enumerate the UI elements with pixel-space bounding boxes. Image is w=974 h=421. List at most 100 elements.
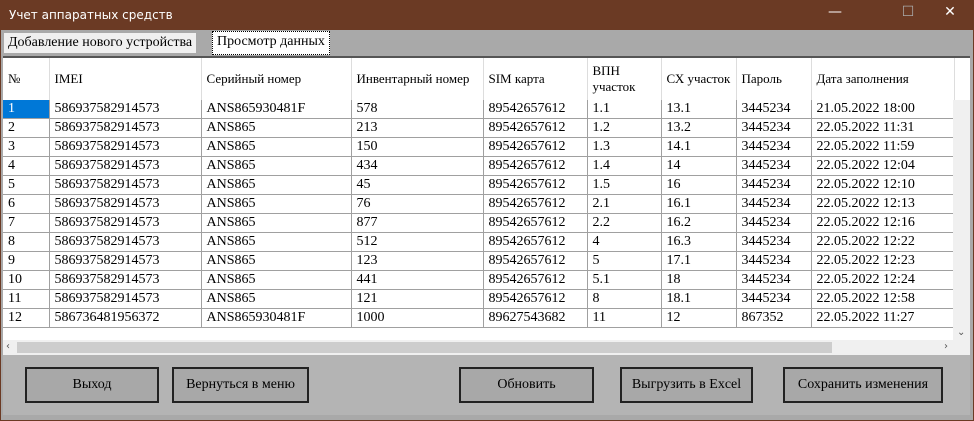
table-cell[interactable]: 22.05.2022 12:58 [811,289,955,309]
table-cell[interactable]: 3445234 [736,175,812,195]
table-cell[interactable]: 512 [351,232,484,252]
table-cell[interactable]: 12 [661,308,737,328]
table-cell[interactable]: 22.05.2022 11:27 [811,308,955,328]
table-cell[interactable]: 14.1 [661,137,737,157]
table-cell[interactable]: 3445234 [736,213,812,233]
table-cell[interactable]: 441 [351,270,484,290]
table-row[interactable]: 8 586937582914573 ANS865 512 89542657612 4 16.… [3,232,955,252]
table-cell[interactable]: 586937582914573 [49,194,202,214]
table-cell[interactable]: 586937582914573 [49,270,202,290]
table-cell[interactable]: 18 [661,270,737,290]
horizontal-scrollbar[interactable]: ‹ › [3,340,970,355]
table-cell[interactable]: 5 [3,175,50,195]
table-cell[interactable]: 586937582914573 [49,251,202,271]
table-cell[interactable]: 89542657612 [483,270,588,290]
table-cell[interactable]: 18.1 [661,289,737,309]
minimize-button[interactable]: — [820,4,850,20]
table-row[interactable]: 12 586736481956372 ANS865930481F 1000 896275… [3,308,955,328]
table-row[interactable]: 5 586937582914573 ANS865 45 89542657612 1.5 16… [3,175,955,195]
table-cell[interactable]: 1.1 [587,100,662,119]
table-cell[interactable]: ANS865 [201,213,352,233]
table-cell[interactable]: 22.05.2022 12:04 [811,156,955,176]
table-cell[interactable]: 1.3 [587,137,662,157]
table-cell[interactable]: 9 [3,251,50,271]
table-cell[interactable]: 22.05.2022 11:31 [811,118,955,138]
table-cell[interactable]: 5 [587,251,662,271]
table-cell[interactable]: 89542657612 [483,118,588,138]
table-cell[interactable]: 123 [351,251,484,271]
vertical-scrollbar[interactable]: ⌄ [953,100,970,340]
table-cell[interactable]: 1.4 [587,156,662,176]
tab-add-device[interactable]: Добавление нового устройства [4,33,197,53]
table-cell[interactable]: ANS865 [201,118,352,138]
table-cell[interactable]: 8 [587,289,662,309]
table-cell[interactable]: 11 [587,308,662,328]
table-cell[interactable]: 586937582914573 [49,118,202,138]
table-cell[interactable]: 586736481956372 [49,308,202,328]
save-changes-button[interactable]: Сохранить изменения [783,367,943,403]
export-excel-button[interactable]: Выгрузить в Excel [620,367,753,403]
table-cell[interactable]: ANS865930481F [201,100,352,119]
table-cell[interactable]: 89542657612 [483,100,588,119]
table-row[interactable]: 3 586937582914573 ANS865 150 89542657612 1.3 1… [3,137,955,157]
table-cell[interactable]: 1.5 [587,175,662,195]
table-cell[interactable]: 7 [3,213,50,233]
table-cell[interactable]: 12 [3,308,50,328]
table-cell[interactable]: 4 [3,156,50,176]
table-row[interactable]: 4 586937582914573 ANS865 434 89542657612 1.4 1… [3,156,955,176]
table-row[interactable]: 11 586937582914573 ANS865 121 89542657612 8 18… [3,289,955,309]
table-cell[interactable]: 89542657612 [483,213,588,233]
table-cell[interactable]: 586937582914573 [49,137,202,157]
table-row[interactable]: 7 586937582914573 ANS865 877 89542657612 2.2 1… [3,213,955,233]
table-cell[interactable]: 1 [3,100,50,119]
table-cell[interactable]: 16 [661,175,737,195]
table-cell[interactable]: 121 [351,289,484,309]
table-cell[interactable]: 3445234 [736,232,812,252]
column-header[interactable]: SIM карта [483,58,588,100]
table-cell[interactable]: 6 [3,194,50,214]
table-cell[interactable]: 14 [661,156,737,176]
table-cell[interactable]: 3445234 [736,289,812,309]
table-cell[interactable]: 586937582914573 [49,175,202,195]
table-cell[interactable]: 586937582914573 [49,232,202,252]
table-cell[interactable]: 89542657612 [483,194,588,214]
table-cell[interactable]: 22.05.2022 12:24 [811,270,955,290]
column-header[interactable]: ВПН участок [587,58,662,100]
table-cell[interactable]: 89542657612 [483,232,588,252]
table-cell[interactable]: 586937582914573 [49,289,202,309]
exit-button[interactable]: Выход [25,367,159,403]
table-cell[interactable]: 3445234 [736,194,812,214]
table-cell[interactable]: 3445234 [736,270,812,290]
table-cell[interactable]: 16.3 [661,232,737,252]
table-cell[interactable]: 586937582914573 [49,156,202,176]
table-cell[interactable]: 3445234 [736,100,812,119]
table-cell[interactable]: 22.05.2022 11:59 [811,137,955,157]
table-cell[interactable]: 3 [3,137,50,157]
column-header[interactable]: IMEI [49,58,202,100]
table-cell[interactable]: 89542657612 [483,289,588,309]
table-cell[interactable]: 586937582914573 [49,100,202,119]
table-cell[interactable]: ANS865 [201,232,352,252]
table-cell[interactable]: 1.2 [587,118,662,138]
table-cell[interactable]: 22.05.2022 12:13 [811,194,955,214]
table-cell[interactable]: 22.05.2022 12:23 [811,251,955,271]
column-header[interactable]: Дата заполнения [811,58,955,100]
refresh-button[interactable]: Обновить [459,367,594,403]
table-cell[interactable]: ANS865 [201,175,352,195]
table-cell[interactable]: 17.1 [661,251,737,271]
table-cell[interactable]: 3445234 [736,137,812,157]
table-cell[interactable]: ANS865 [201,289,352,309]
table-cell[interactable]: 16.2 [661,213,737,233]
table-cell[interactable]: 22.05.2022 12:10 [811,175,955,195]
table-cell[interactable]: 877 [351,213,484,233]
table-row[interactable]: 9 586937582914573 ANS865 123 89542657612 5 17.… [3,251,955,271]
table-row[interactable]: 6 586937582914573 ANS865 76 89542657612 2.1 16… [3,194,955,214]
table-cell[interactable]: 16.1 [661,194,737,214]
table-cell[interactable]: ANS865 [201,137,352,157]
table-cell[interactable]: 150 [351,137,484,157]
table-cell[interactable]: 434 [351,156,484,176]
table-cell[interactable]: 213 [351,118,484,138]
table-cell[interactable]: 2.2 [587,213,662,233]
back-to-menu-button[interactable]: Вернуться в меню [172,367,309,403]
table-cell[interactable]: 22.05.2022 12:16 [811,213,955,233]
